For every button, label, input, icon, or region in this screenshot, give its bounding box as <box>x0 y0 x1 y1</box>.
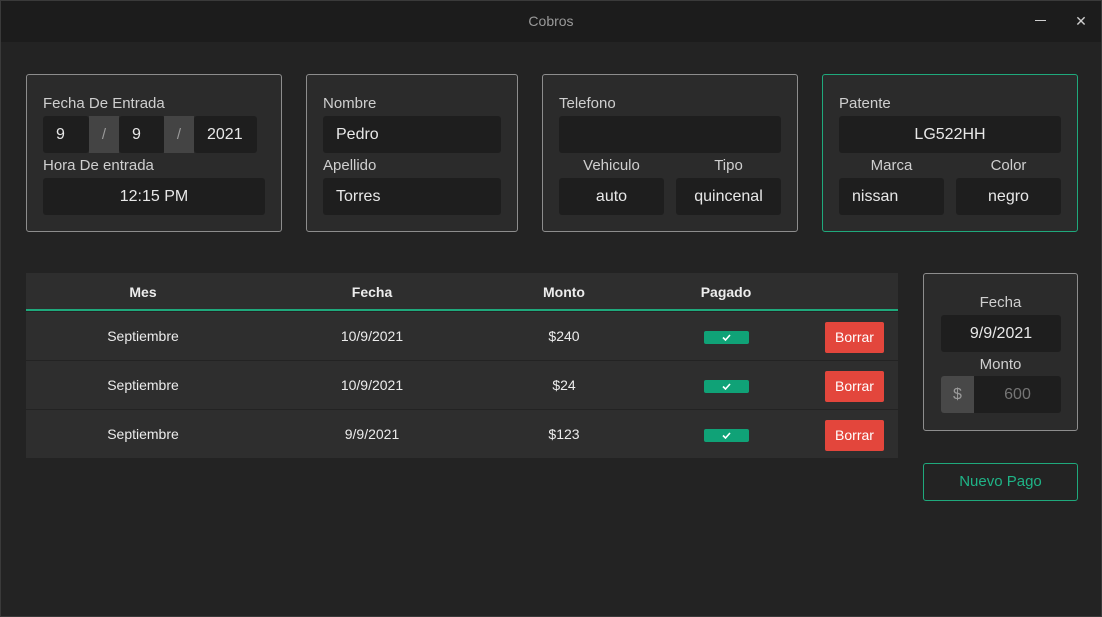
check-icon <box>722 334 731 341</box>
date-separator: / <box>89 116 119 153</box>
phone-field[interactable] <box>559 116 781 153</box>
check-icon <box>722 432 731 439</box>
first-name-label: Nombre <box>323 95 377 112</box>
check-icon <box>722 383 731 390</box>
entry-card: Fecha De Entrada 9 / 9 / 2021 Hora De en… <box>26 74 282 232</box>
row-amount: $123 <box>548 426 580 442</box>
table-header: Mes Fecha Monto Pagado <box>26 273 898 311</box>
paid-badge <box>704 380 749 393</box>
last-name-field[interactable]: Torres <box>323 178 501 215</box>
color-label: Color <box>990 157 1027 174</box>
minimize-icon <box>1035 20 1046 21</box>
payments-table: Mes Fecha Monto Pagado Septiembre 10/9/2… <box>26 273 898 458</box>
table-row: Septiembre 10/9/2021 $240 Borrar <box>26 312 898 360</box>
contact-card: Telefono Vehiculo auto Tipo quincenal <box>542 74 798 232</box>
entry-day-field[interactable]: 9 <box>43 116 89 153</box>
window-title: Cobros <box>528 13 574 29</box>
row-date: 9/9/2021 <box>344 426 400 442</box>
column-amount: Monto <box>543 284 585 300</box>
vehicle-label: Vehiculo <box>583 157 640 174</box>
table-row: Septiembre 10/9/2021 $24 Borrar <box>26 361 898 409</box>
row-amount: $24 <box>552 377 576 393</box>
person-card: Nombre Pedro Apellido Torres <box>306 74 518 232</box>
plate-label: Patente <box>839 95 891 112</box>
close-icon: ✕ <box>1075 13 1087 29</box>
column-month: Mes <box>129 284 157 300</box>
new-payment-button[interactable]: Nuevo Pago <box>923 463 1078 501</box>
plate-field[interactable]: LG522HH <box>839 116 1061 153</box>
title-bar: Cobros ✕ <box>1 1 1101 42</box>
table-row: Septiembre 9/9/2021 $123 Borrar <box>26 410 898 458</box>
brand-field[interactable]: nissan <box>839 178 944 215</box>
entry-time-label: Hora De entrada <box>43 157 154 174</box>
minimize-button[interactable] <box>1030 11 1050 31</box>
brand-label: Marca <box>870 157 913 174</box>
column-paid: Pagado <box>700 284 752 300</box>
type-field[interactable]: quincenal <box>676 178 781 215</box>
app-window: Cobros ✕ Fecha De Entrada 9 / 9 / 2021 H… <box>0 0 1102 617</box>
payment-amount-input[interactable] <box>974 376 1061 413</box>
payment-amount-label: Monto <box>979 356 1022 373</box>
entry-time-field[interactable]: 12:15 PM <box>43 178 265 215</box>
row-month: Septiembre <box>107 426 179 442</box>
row-date: 10/9/2021 <box>340 328 404 344</box>
entry-year-field[interactable]: 2021 <box>194 116 257 153</box>
delete-button[interactable]: Borrar <box>825 322 884 353</box>
close-button[interactable]: ✕ <box>1071 11 1091 31</box>
car-card: Patente LG522HH Marca nissan Color negro <box>822 74 1078 232</box>
date-separator: / <box>164 116 194 153</box>
currency-addon: $ <box>941 376 974 413</box>
entry-month-field[interactable]: 9 <box>119 116 165 153</box>
row-month: Septiembre <box>107 328 179 344</box>
entry-date-label: Fecha De Entrada <box>43 95 165 112</box>
column-date: Fecha <box>351 284 393 300</box>
payment-date-field[interactable]: 9/9/2021 <box>941 315 1061 352</box>
paid-badge <box>704 429 749 442</box>
row-amount: $240 <box>548 328 580 344</box>
new-payment-card: Fecha 9/9/2021 Monto $ <box>923 273 1078 431</box>
vehicle-field[interactable]: auto <box>559 178 664 215</box>
type-label: Tipo <box>714 157 743 174</box>
delete-button[interactable]: Borrar <box>825 420 884 451</box>
row-month: Septiembre <box>107 377 179 393</box>
phone-label: Telefono <box>559 95 616 112</box>
delete-button[interactable]: Borrar <box>825 371 884 402</box>
last-name-label: Apellido <box>323 157 377 174</box>
first-name-field[interactable]: Pedro <box>323 116 501 153</box>
paid-badge <box>704 331 749 344</box>
row-date: 10/9/2021 <box>340 377 404 393</box>
payment-date-label: Fecha <box>979 294 1022 311</box>
color-field[interactable]: negro <box>956 178 1061 215</box>
